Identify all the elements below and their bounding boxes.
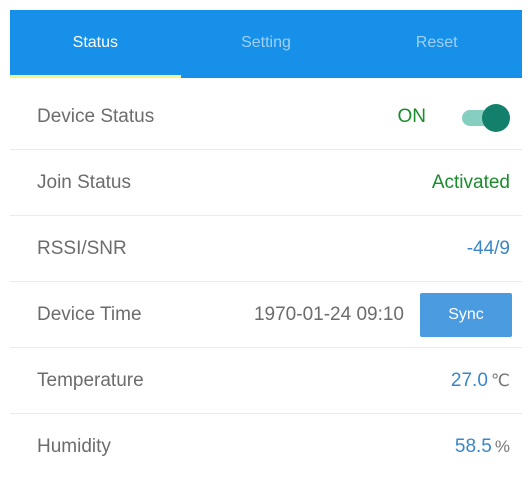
tab-bar: Status Setting Reset	[10, 10, 522, 78]
device-time-label: Device Time	[37, 303, 142, 325]
device-time-value: 1970-01-24 09:10	[253, 303, 404, 325]
device-status-label: Device Status	[37, 105, 155, 127]
toggle-knob	[482, 103, 510, 132]
humidity-label: Humidity	[37, 436, 111, 457]
temperature-unit: ℃	[490, 370, 510, 390]
device-status-row: Device Status ON	[10, 84, 522, 150]
join-status-row: Join Status Activated	[10, 150, 522, 216]
temperature-label: Temperature	[37, 369, 144, 391]
humidity-row: Humidity 58.5%	[10, 414, 522, 477]
join-status-value: Activated	[431, 171, 510, 193]
rssi-snr-row: RSSI/SNR -44/9	[10, 216, 522, 282]
device-status-value: ON	[397, 105, 427, 127]
humidity-unit: %	[494, 437, 510, 456]
temperature-row: Temperature 27.0 ℃	[10, 348, 522, 414]
tab-reset-label: Reset	[415, 34, 458, 51]
temperature-value: 27.0	[450, 369, 488, 391]
humidity-value: 58.5	[454, 436, 492, 457]
device-time-row: Device Time 1970-01-24 09:10 Sync	[10, 282, 522, 348]
join-status-label: Join Status	[37, 171, 131, 193]
tab-status-label: Status	[72, 34, 119, 51]
rssi-snr-label: RSSI/SNR	[37, 237, 127, 259]
device-status-toggle[interactable]	[460, 102, 510, 132]
humidity-reading: 58.5%	[455, 436, 510, 458]
tab-status[interactable]: Status	[10, 10, 181, 78]
tab-setting-label: Setting	[241, 34, 291, 51]
temperature-reading: 27.0 ℃	[451, 370, 510, 392]
rssi-snr-value: -44/9	[466, 237, 510, 259]
sync-button-label: Sync	[448, 305, 484, 323]
sync-button[interactable]: Sync	[420, 292, 512, 337]
active-tab-indicator	[10, 75, 181, 78]
tab-setting[interactable]: Setting	[181, 10, 352, 78]
status-list: Device Status ON Join Status Activated R…	[10, 84, 522, 477]
device-status-screen: Status Setting Reset Device Status ON Jo…	[0, 0, 530, 477]
tab-reset[interactable]: Reset	[351, 10, 522, 78]
